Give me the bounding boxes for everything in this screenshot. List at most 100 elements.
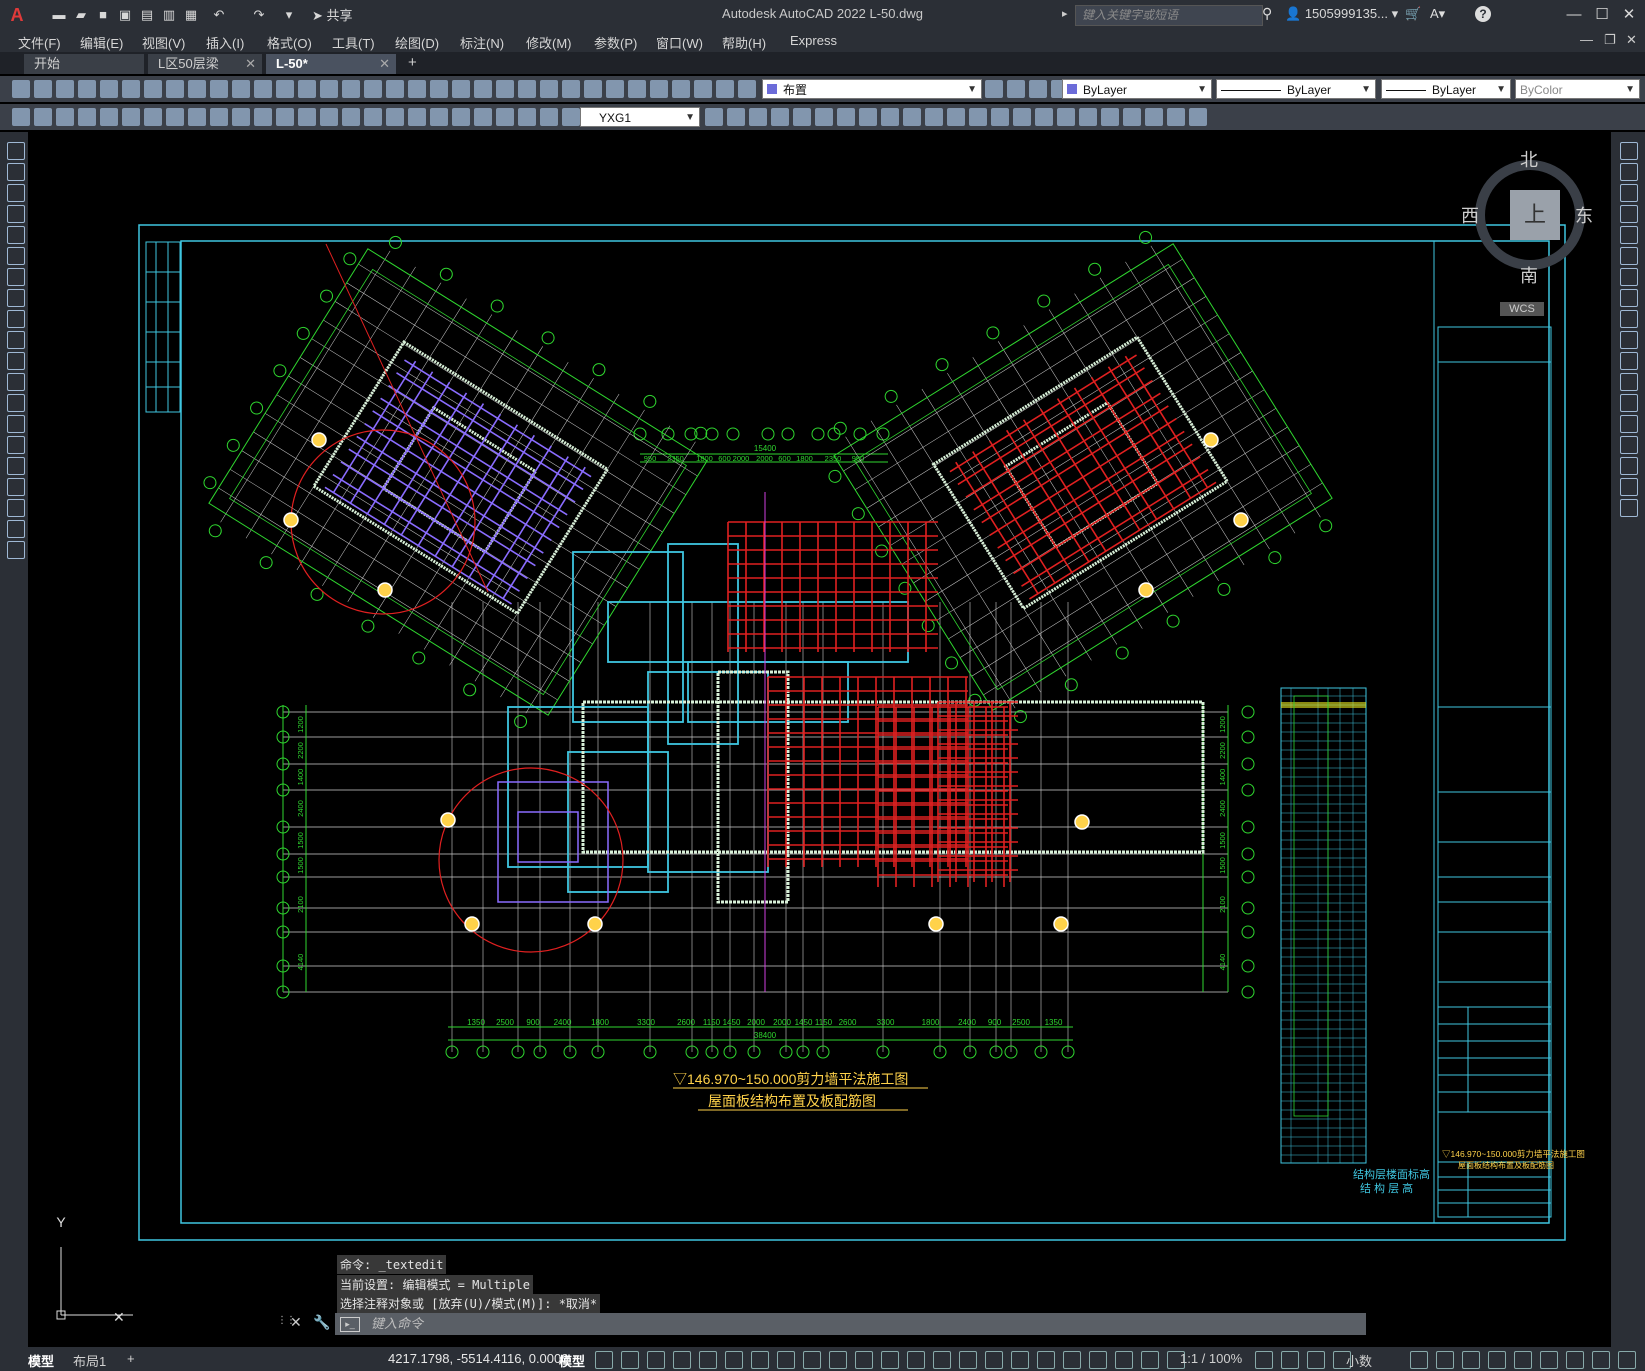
- status-toggle-icon[interactable]: [907, 1351, 925, 1369]
- draw-tool-icon[interactable]: [7, 205, 25, 223]
- annotation-scale[interactable]: 1:1 / 100%: [1180, 1351, 1242, 1366]
- toolbar-tool-icon[interactable]: [606, 80, 624, 98]
- share-button[interactable]: ➤ 共享: [312, 5, 353, 25]
- linetype-dropdown[interactable]: ByLayer ▼: [1216, 79, 1376, 99]
- lineweight-dropdown[interactable]: ByLayer ▼: [1381, 79, 1511, 99]
- menu-parametric[interactable]: 参数(P): [594, 33, 637, 52]
- viewcube-top-face[interactable]: 上: [1510, 190, 1560, 240]
- tab-l-beam[interactable]: L区50层梁 ✕: [148, 54, 262, 74]
- toolbar-tool-icon[interactable]: [122, 108, 140, 126]
- status-toggle-icon[interactable]: [1540, 1351, 1558, 1369]
- modify-tool-icon[interactable]: [1620, 436, 1638, 454]
- toolbar-tool-icon[interactable]: [342, 80, 360, 98]
- status-toggle-icon[interactable]: [725, 1351, 743, 1369]
- tab-model[interactable]: 模型: [28, 1351, 54, 1370]
- compass-west[interactable]: 西: [1461, 202, 1479, 228]
- redo-icon[interactable]: ↷: [250, 6, 268, 24]
- toolbar-tool-icon[interactable]: [188, 80, 206, 98]
- status-toggle-icon[interactable]: [855, 1351, 873, 1369]
- toolbar-tool-icon[interactable]: [408, 80, 426, 98]
- status-toggle-icon[interactable]: [959, 1351, 977, 1369]
- draw-tool-icon[interactable]: [7, 310, 25, 328]
- toolbar-tool-icon[interactable]: [991, 108, 1009, 126]
- toolbar-tool-icon[interactable]: [925, 108, 943, 126]
- status-toggle-icon[interactable]: [985, 1351, 1003, 1369]
- toolbar-tool-icon[interactable]: [276, 108, 294, 126]
- toolbar-tool-icon[interactable]: [540, 80, 558, 98]
- status-toggle-icon[interactable]: [1115, 1351, 1133, 1369]
- draw-tool-icon[interactable]: [7, 373, 25, 391]
- draw-tool-icon[interactable]: [7, 478, 25, 496]
- draw-tool-icon[interactable]: [7, 457, 25, 475]
- tab-l50[interactable]: L-50* ✕: [266, 54, 396, 74]
- draw-tool-icon[interactable]: [7, 352, 25, 370]
- new-file-icon[interactable]: ▬: [50, 6, 68, 24]
- layer-dropdown[interactable]: 布置 ▼: [762, 79, 982, 99]
- toolbar-tool-icon[interactable]: [166, 80, 184, 98]
- status-toggle-icon[interactable]: [1592, 1351, 1610, 1369]
- toolbar-tool-icon[interactable]: [1013, 108, 1031, 126]
- toolbar-tool-icon[interactable]: [749, 108, 767, 126]
- toolbar-tool-icon[interactable]: [518, 80, 536, 98]
- customize-quick-access-icon[interactable]: ▾: [280, 6, 298, 24]
- maximize-button[interactable]: ☐: [1588, 4, 1616, 26]
- status-toggle-icon[interactable]: [1063, 1351, 1081, 1369]
- toolbar-tool-icon[interactable]: [716, 80, 734, 98]
- toolbar-tool-icon[interactable]: [122, 80, 140, 98]
- toolbar-tool-icon[interactable]: [672, 80, 690, 98]
- doc-close-icon[interactable]: ✕: [1626, 32, 1637, 48]
- search-icon[interactable]: ⚲: [1262, 5, 1272, 22]
- toolbar-tool-icon[interactable]: [1145, 108, 1163, 126]
- units-display[interactable]: 小数: [1346, 1351, 1372, 1370]
- menu-insert[interactable]: 插入(I): [206, 33, 244, 52]
- status-toggle-icon[interactable]: [1011, 1351, 1029, 1369]
- toolbar-tool-icon[interactable]: [452, 80, 470, 98]
- toolbar-tool-icon[interactable]: [496, 108, 514, 126]
- toolbar-tool-icon[interactable]: [540, 108, 558, 126]
- toolbar-tool-icon[interactable]: [496, 80, 514, 98]
- modify-tool-icon[interactable]: [1620, 142, 1638, 160]
- draw-tool-icon[interactable]: [7, 163, 25, 181]
- draw-tool-icon[interactable]: [7, 268, 25, 286]
- command-close-icon[interactable]: ✕: [290, 1314, 302, 1331]
- status-toggle-icon[interactable]: [1488, 1351, 1506, 1369]
- menu-modify[interactable]: 修改(M): [526, 33, 572, 52]
- status-toggle-icon[interactable]: [1410, 1351, 1428, 1369]
- toolbar-tool-icon[interactable]: [903, 108, 921, 126]
- search-expand-icon[interactable]: ▸: [1062, 7, 1068, 20]
- toolbar-tool-icon[interactable]: [210, 108, 228, 126]
- toolbar-tool-icon[interactable]: [815, 108, 833, 126]
- toolbar-tool-icon[interactable]: [562, 108, 580, 126]
- status-toggle-icon[interactable]: [699, 1351, 717, 1369]
- toolbar-tool-icon[interactable]: [144, 108, 162, 126]
- toolbar-tool-icon[interactable]: [584, 80, 602, 98]
- modify-tool-icon[interactable]: [1620, 163, 1638, 181]
- modify-tool-icon[interactable]: [1620, 478, 1638, 496]
- menu-view[interactable]: 视图(V): [142, 33, 185, 52]
- textstyle-dropdown[interactable]: YXG1 ▼: [580, 107, 700, 127]
- toolbar-tool-icon[interactable]: [254, 108, 272, 126]
- tab-start[interactable]: 开始: [24, 54, 144, 74]
- search-input[interactable]: 键入关键字或短语: [1075, 5, 1263, 26]
- command-input[interactable]: 键入命令: [335, 1313, 1366, 1335]
- command-prompt-icon[interactable]: ▸_: [340, 1317, 360, 1332]
- menu-draw[interactable]: 绘图(D): [395, 33, 439, 52]
- menu-help[interactable]: 帮助(H): [722, 33, 766, 52]
- toolbar-tool-icon[interactable]: [254, 80, 272, 98]
- color-dropdown[interactable]: ByLayer ▼: [1062, 79, 1212, 99]
- compass-south[interactable]: 南: [1520, 262, 1538, 288]
- menu-window[interactable]: 窗口(W): [656, 33, 703, 52]
- save-web-icon[interactable]: ▥: [160, 6, 178, 24]
- toolbar-tool-icon[interactable]: [56, 80, 74, 98]
- draw-tool-icon[interactable]: [7, 331, 25, 349]
- toolbar-tool-icon[interactable]: [100, 108, 118, 126]
- menu-dimension[interactable]: 标注(N): [460, 33, 504, 52]
- toolbar-tool-icon[interactable]: [232, 108, 250, 126]
- modify-tool-icon[interactable]: [1620, 331, 1638, 349]
- draw-tool-icon[interactable]: [7, 520, 25, 538]
- modify-tool-icon[interactable]: [1620, 247, 1638, 265]
- toolbar-tool-icon[interactable]: [320, 80, 338, 98]
- modify-tool-icon[interactable]: [1620, 415, 1638, 433]
- autodesk-app-icon[interactable]: A▾: [1430, 6, 1445, 22]
- close-tab-icon[interactable]: ✕: [245, 54, 256, 74]
